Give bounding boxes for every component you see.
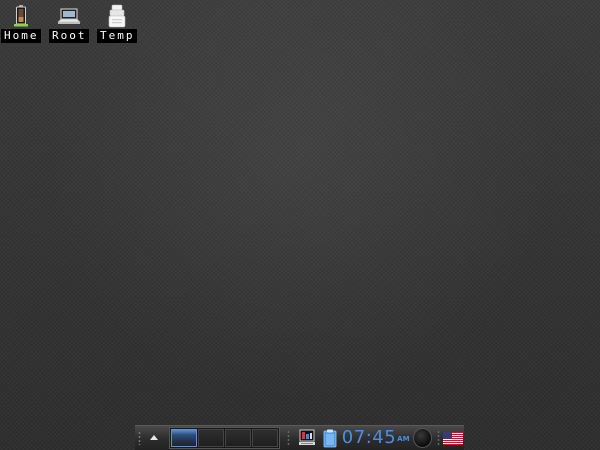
clock-ampm: AM — [397, 435, 410, 443]
pager-desktop-3[interactable] — [225, 429, 252, 447]
clipboard-icon[interactable] — [321, 428, 340, 448]
menu-button[interactable] — [147, 431, 160, 445]
desktop-icon-root[interactable]: Root — [49, 3, 89, 43]
up-arrow-icon — [149, 435, 158, 440]
taskbar-grip[interactable] — [138, 431, 141, 445]
desktop-icon-label: Home — [1, 29, 41, 43]
clock[interactable]: 07:45 AM — [342, 428, 410, 448]
volume-knob-icon[interactable] — [412, 428, 432, 448]
desktop-icon-label: Temp — [97, 29, 137, 43]
pager-desktop-4[interactable] — [252, 429, 279, 447]
home-battery-icon — [8, 3, 34, 29]
taskbar-separator — [287, 430, 291, 446]
taskbar-separator — [436, 430, 440, 446]
us-flag-icon[interactable] — [443, 428, 464, 448]
temp-folder-icon — [104, 3, 130, 29]
pager-desktop-2[interactable] — [198, 429, 225, 447]
desktop-icon-home[interactable]: Home — [1, 3, 41, 43]
desktop-icon-temp[interactable]: Temp — [97, 3, 137, 43]
pager-desktop-1[interactable] — [171, 429, 198, 447]
laptop-drive-icon — [56, 3, 82, 29]
desktop-icon-label: Root — [49, 29, 89, 43]
network-monitor-icon[interactable] — [297, 428, 316, 448]
desktop-pager — [169, 427, 281, 449]
taskbar: 07:45 AM — [135, 425, 464, 450]
clock-time: 07:45 — [341, 427, 397, 448]
